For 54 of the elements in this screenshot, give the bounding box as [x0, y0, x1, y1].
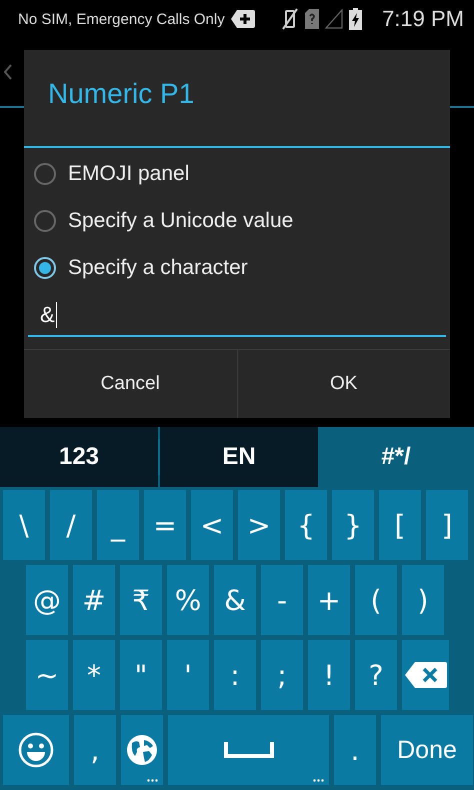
radio-option[interactable]: Specify a character: [24, 244, 450, 291]
key[interactable]: ): [402, 565, 444, 635]
space-bar-icon: [224, 742, 274, 758]
vibrate-off-icon: [280, 8, 299, 30]
key[interactable]: \: [3, 490, 45, 560]
radio-option[interactable]: EMOJI panel: [24, 150, 450, 197]
key[interactable]: ]: [426, 490, 468, 560]
done-key[interactable]: Done: [381, 715, 473, 785]
key[interactable]: !: [308, 640, 350, 710]
emoji-key[interactable]: [3, 715, 69, 785]
key[interactable]: [: [379, 490, 421, 560]
battery-charging-icon: [348, 8, 362, 30]
dialog-button[interactable]: OK: [236, 350, 450, 418]
carrier-text: No SIM, Emergency Calls Only: [18, 10, 225, 28]
key[interactable]: (: [355, 565, 397, 635]
key[interactable]: ~: [26, 640, 68, 710]
key[interactable]: ;: [261, 640, 303, 710]
radio-option[interactable]: Specify a Unicode value: [24, 197, 450, 244]
sim-unknown-icon: [304, 9, 319, 29]
key[interactable]: =: [144, 490, 186, 560]
input-field[interactable]: &: [28, 295, 446, 337]
key[interactable]: .: [334, 715, 376, 785]
key[interactable]: +: [308, 565, 350, 635]
keyboard-tab[interactable]: EN: [160, 427, 318, 487]
signal-icon: [324, 9, 343, 29]
key[interactable]: #: [73, 565, 115, 635]
key[interactable]: @: [26, 565, 68, 635]
globe-icon: [126, 734, 158, 766]
language-key[interactable]: [121, 715, 163, 785]
key[interactable]: &: [214, 565, 256, 635]
dialog-button[interactable]: Cancel: [24, 350, 236, 418]
key[interactable]: _: [97, 490, 139, 560]
key[interactable]: /: [50, 490, 92, 560]
key[interactable]: ₹: [120, 565, 162, 635]
key[interactable]: ?: [355, 640, 397, 710]
keyboard-tab[interactable]: 123: [0, 427, 158, 487]
key[interactable]: >: [238, 490, 280, 560]
key[interactable]: *: [73, 640, 115, 710]
key[interactable]: :: [214, 640, 256, 710]
key[interactable]: %: [167, 565, 209, 635]
dialog-title: Numeric P1: [47, 77, 196, 108]
key[interactable]: }: [332, 490, 374, 560]
space-key[interactable]: [168, 715, 329, 785]
backspace-icon: [404, 662, 446, 688]
key[interactable]: {: [285, 490, 327, 560]
clock-text: 7:19 PM: [382, 6, 464, 32]
key[interactable]: <: [191, 490, 233, 560]
key[interactable]: -: [261, 565, 303, 635]
smiley-icon: [18, 732, 54, 768]
add-notification-icon: [230, 10, 255, 28]
backspace-key[interactable]: [402, 640, 449, 710]
key[interactable]: ,: [74, 715, 116, 785]
key[interactable]: ': [167, 640, 209, 710]
key[interactable]: ": [120, 640, 162, 710]
